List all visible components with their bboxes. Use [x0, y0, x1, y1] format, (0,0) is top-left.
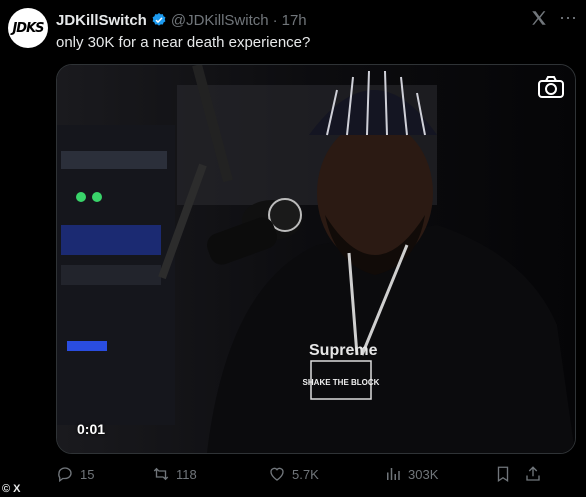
pendant-text: SHAKE THE BLOCK — [303, 378, 380, 387]
reply-count: 15 — [80, 466, 95, 482]
views-chart-icon — [387, 468, 400, 480]
views-button[interactable]: 303K — [384, 465, 494, 483]
repost-icon — [153, 467, 169, 481]
video-player[interactable]: Supreme SHAKE THE BLOCK 0:01 — [56, 64, 576, 454]
verified-badge-icon — [152, 13, 166, 26]
tweet-text: only 30K for a near death experience? — [56, 34, 311, 51]
like-count: 5.7K — [292, 466, 319, 482]
like-button[interactable]: 5.7K — [268, 465, 384, 483]
bookmark-icon — [497, 466, 509, 483]
more-options-icon[interactable]: ⋯ — [558, 8, 578, 28]
separator-dot: · — [272, 11, 278, 29]
copyright-text: © X — [2, 483, 21, 495]
x-logo-icon — [532, 11, 546, 25]
repost-count: 118 — [176, 466, 197, 482]
user-handle[interactable]: @JDKillSwitch — [171, 12, 269, 29]
avatar[interactable]: JDKS — [8, 8, 48, 48]
video-timestamp: 0:01 — [77, 421, 106, 437]
view-count: 303K — [408, 466, 439, 482]
video-frame: Supreme SHAKE THE BLOCK — [57, 65, 575, 453]
tweet-header: JDKillSwitch @JDKillSwitch · 17h — [56, 10, 526, 30]
share-icon — [526, 466, 540, 481]
action-bar: 15 118 5.7K 303K — [56, 462, 576, 486]
display-name[interactable]: JDKillSwitch — [56, 12, 147, 29]
share-button[interactable] — [524, 465, 548, 483]
shirt-brand-text: Supreme — [309, 342, 378, 359]
repost-button[interactable]: 118 — [152, 465, 268, 483]
avatar-logo: JDKS — [12, 20, 44, 36]
reply-button[interactable]: 15 — [56, 465, 152, 483]
bookmark-button[interactable] — [494, 465, 524, 483]
camera-icon[interactable] — [537, 75, 565, 99]
reply-icon — [58, 467, 72, 483]
post-time[interactable]: 17h — [282, 12, 307, 29]
heart-icon — [270, 467, 284, 481]
